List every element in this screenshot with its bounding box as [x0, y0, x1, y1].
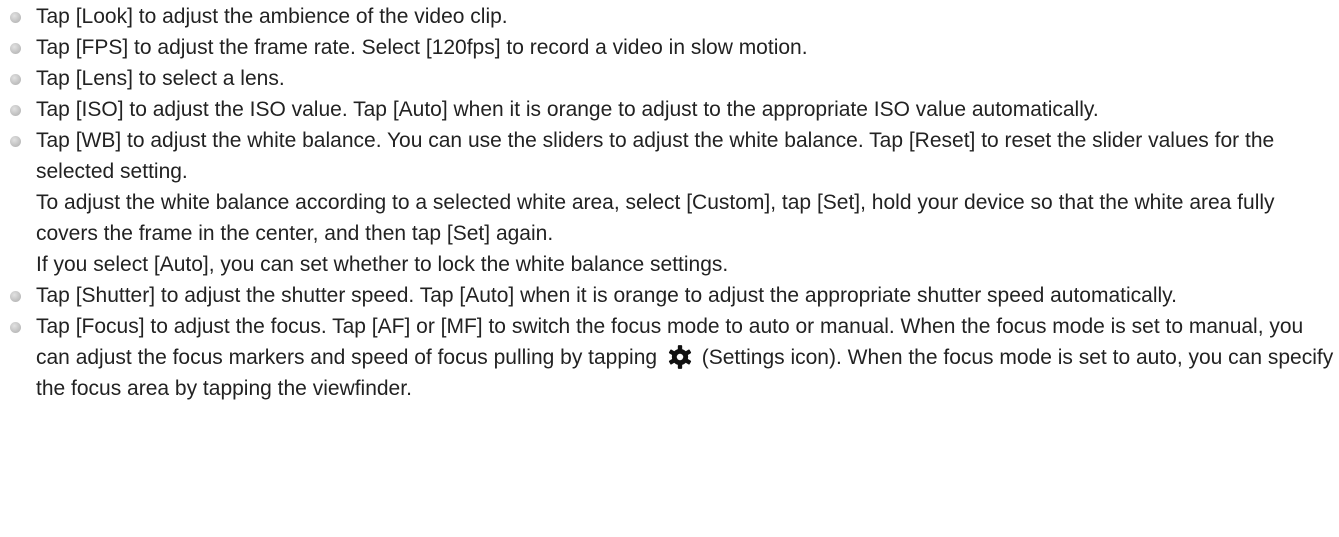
list-item-text: Tap [WB] to adjust the white balance. Yo… — [36, 129, 1275, 183]
bullet-icon — [10, 43, 21, 54]
bullet-icon — [10, 105, 21, 116]
list-item-look: Tap [Look] to adjust the ambience of the… — [10, 1, 1339, 32]
list-item-shutter: Tap [Shutter] to adjust the shutter spee… — [10, 280, 1339, 311]
list-item-iso: Tap [ISO] to adjust the ISO value. Tap [… — [10, 94, 1339, 125]
list-item-wb: Tap [WB] to adjust the white balance. Yo… — [10, 125, 1339, 280]
bullet-icon — [10, 291, 21, 302]
bullet-icon — [10, 136, 21, 147]
bullet-icon — [10, 12, 21, 23]
list-item-text: Tap [Shutter] to adjust the shutter spee… — [36, 284, 1177, 307]
list-item-text: Tap [Lens] to select a lens. — [36, 67, 285, 90]
instruction-list: Tap [Look] to adjust the ambience of the… — [0, 1, 1339, 404]
list-item-text: Tap [FPS] to adjust the frame rate. Sele… — [36, 36, 808, 59]
bullet-icon — [10, 74, 21, 85]
list-item-text: Tap [Look] to adjust the ambience of the… — [36, 5, 508, 28]
list-item-focus: Tap [Focus] to adjust the focus. Tap [AF… — [10, 311, 1339, 404]
bullet-icon — [10, 322, 21, 333]
wb-auto-note: If you select [Auto], you can set whethe… — [36, 253, 729, 276]
list-item-lens: Tap [Lens] to select a lens. — [10, 63, 1339, 94]
list-item-fps: Tap [FPS] to adjust the frame rate. Sele… — [10, 32, 1339, 63]
gear-icon — [668, 345, 691, 369]
list-item-text: Tap [ISO] to adjust the ISO value. Tap [… — [36, 98, 1099, 121]
wb-custom-note: To adjust the white balance according to… — [36, 191, 1275, 245]
